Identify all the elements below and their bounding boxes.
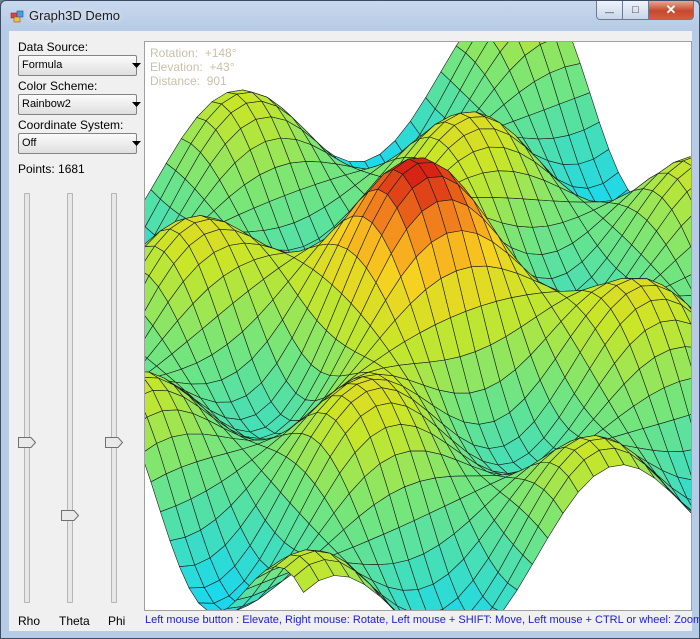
theta-label: Theta	[59, 614, 90, 628]
rho-slider-track[interactable]	[24, 193, 30, 603]
coordinate-system-select[interactable]: Off	[18, 133, 141, 154]
minimize-button[interactable]: —	[596, 1, 623, 20]
color-scheme-select[interactable]: Rainbow2	[18, 94, 141, 115]
rho-slider-thumb[interactable]	[18, 436, 36, 448]
maximize-button[interactable]: □	[623, 1, 649, 20]
phi-slider-thumb[interactable]	[105, 436, 123, 448]
coordinate-system-value: Off	[22, 137, 37, 149]
window-title: Graph3D Demo	[29, 8, 121, 23]
color-scheme-value: Rainbow2	[22, 98, 71, 110]
distance-readout: Distance: 901	[150, 74, 227, 88]
theta-slider-track[interactable]	[67, 193, 73, 603]
close-button[interactable]: ✕	[649, 1, 694, 20]
phi-label: Phi	[108, 614, 126, 628]
title-bar[interactable]: Graph3D Demo — □ ✕	[1, 1, 699, 31]
rotation-readout: Rotation: +148°	[150, 46, 237, 60]
minimize-icon: —	[605, 7, 614, 17]
data-source-label: Data Source:	[18, 40, 89, 54]
close-icon: ✕	[665, 2, 677, 17]
theta-slider-thumb[interactable]	[61, 510, 79, 522]
elevation-readout: Elevation: +43°	[150, 60, 235, 74]
maximize-icon: □	[632, 4, 639, 16]
caption-buttons: — □ ✕	[596, 1, 694, 20]
app-window: Graph3D Demo — □ ✕ Data Source: Formula …	[0, 0, 700, 639]
data-source-select[interactable]: Formula	[18, 55, 141, 76]
phi-slider-track[interactable]	[111, 193, 117, 603]
graph3d-plot-area[interactable]: Rotation: +148° Elevation: +43° Distance…	[144, 41, 692, 611]
surface-mesh	[145, 42, 691, 610]
mouse-hint-text: Left mouse button : Elevate, Right mouse…	[145, 614, 700, 626]
color-scheme-label: Color Scheme:	[18, 79, 98, 93]
data-source-value: Formula	[22, 59, 63, 71]
client-area: Data Source: Formula Color Scheme: Rainb…	[9, 31, 699, 631]
coordinate-system-label: Coordinate System:	[18, 118, 124, 132]
app-icon	[10, 10, 24, 23]
points-count: Points: 1681	[18, 162, 85, 176]
rho-label: Rho	[18, 614, 41, 628]
